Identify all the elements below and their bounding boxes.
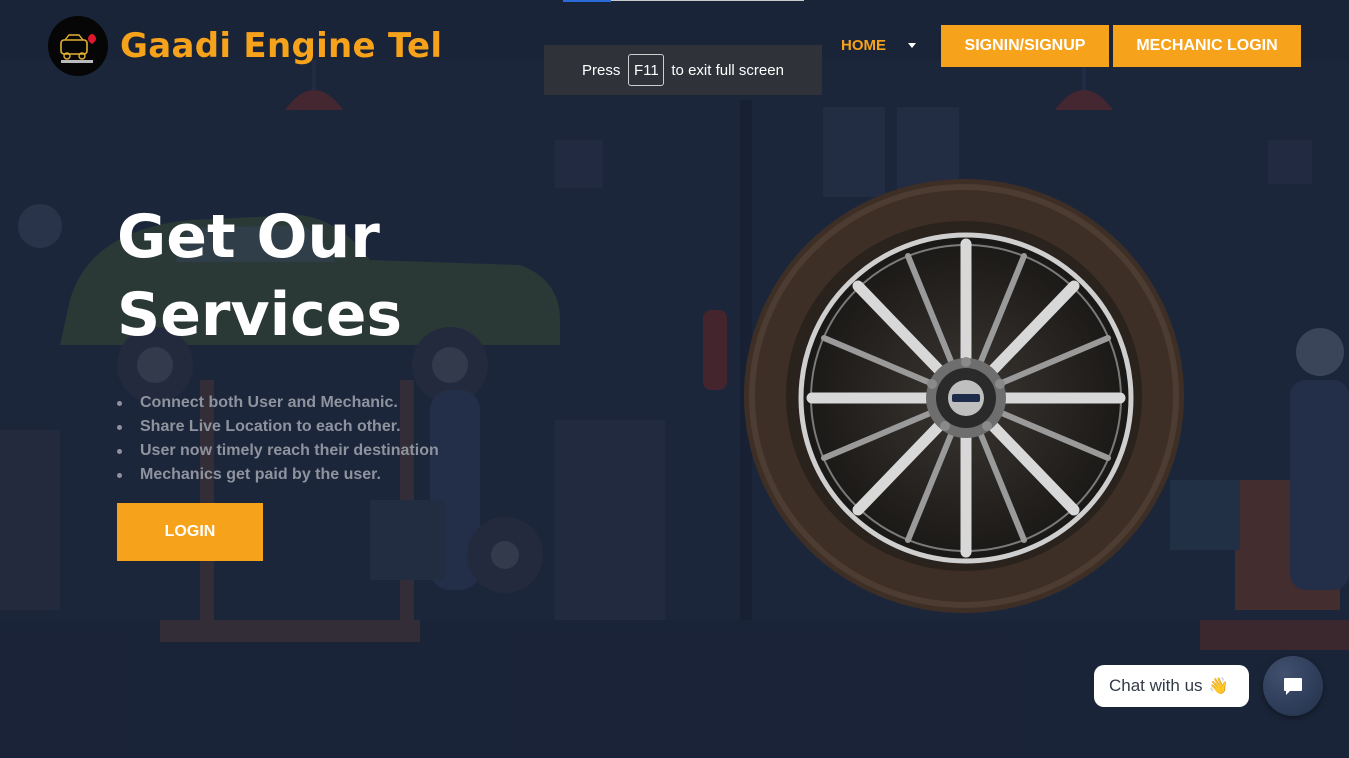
car-engine-logo-icon — [48, 16, 108, 76]
feature-item: User now timely reach their destination — [117, 439, 439, 463]
hero-login-button[interactable]: LOGIN — [117, 503, 263, 561]
signin-signup-button[interactable]: SIGNIN/SIGNUP — [941, 25, 1109, 67]
chat-label: Chat with us — [1109, 676, 1203, 695]
chat-open-button[interactable] — [1263, 656, 1323, 716]
feature-item: Share Live Location to each other. — [117, 415, 439, 439]
fullscreen-hint-suffix: to exit full screen — [671, 61, 784, 79]
feature-item: Mechanics get paid by the user. — [117, 463, 439, 487]
hero-title-line-2: Services — [117, 280, 403, 350]
brand-name: Gaadi Engine Tel — [120, 26, 443, 66]
hero-title: Get Our Services — [117, 198, 537, 354]
fullscreen-hint-press: Press — [582, 61, 621, 79]
fullscreen-hint-key: F11 — [628, 54, 665, 86]
feature-item: Connect both User and Mechanic. — [117, 391, 439, 415]
caret-down-icon[interactable] — [908, 43, 916, 48]
waving-hand-icon: 👋 — [1208, 678, 1229, 695]
chat-with-us-bubble[interactable]: Chat with us 👋 — [1094, 665, 1249, 707]
browser-progress-bar — [563, 0, 611, 2]
car-wheel-tire-image — [744, 179, 1184, 613]
feature-list: Connect both User and Mechanic. Share Li… — [117, 391, 439, 487]
fullscreen-exit-hint: Press F11 to exit full screen — [544, 45, 822, 95]
mechanic-login-button[interactable]: MECHANIC LOGIN — [1113, 25, 1301, 67]
brand-logo-link[interactable]: Gaadi Engine Tel — [48, 16, 442, 76]
nav-home-link[interactable]: HOME — [841, 37, 886, 54]
hero-title-line-1: Get Our — [117, 202, 380, 272]
chat-bubble-icon — [1284, 678, 1302, 695]
browser-progress-track — [611, 0, 804, 1]
